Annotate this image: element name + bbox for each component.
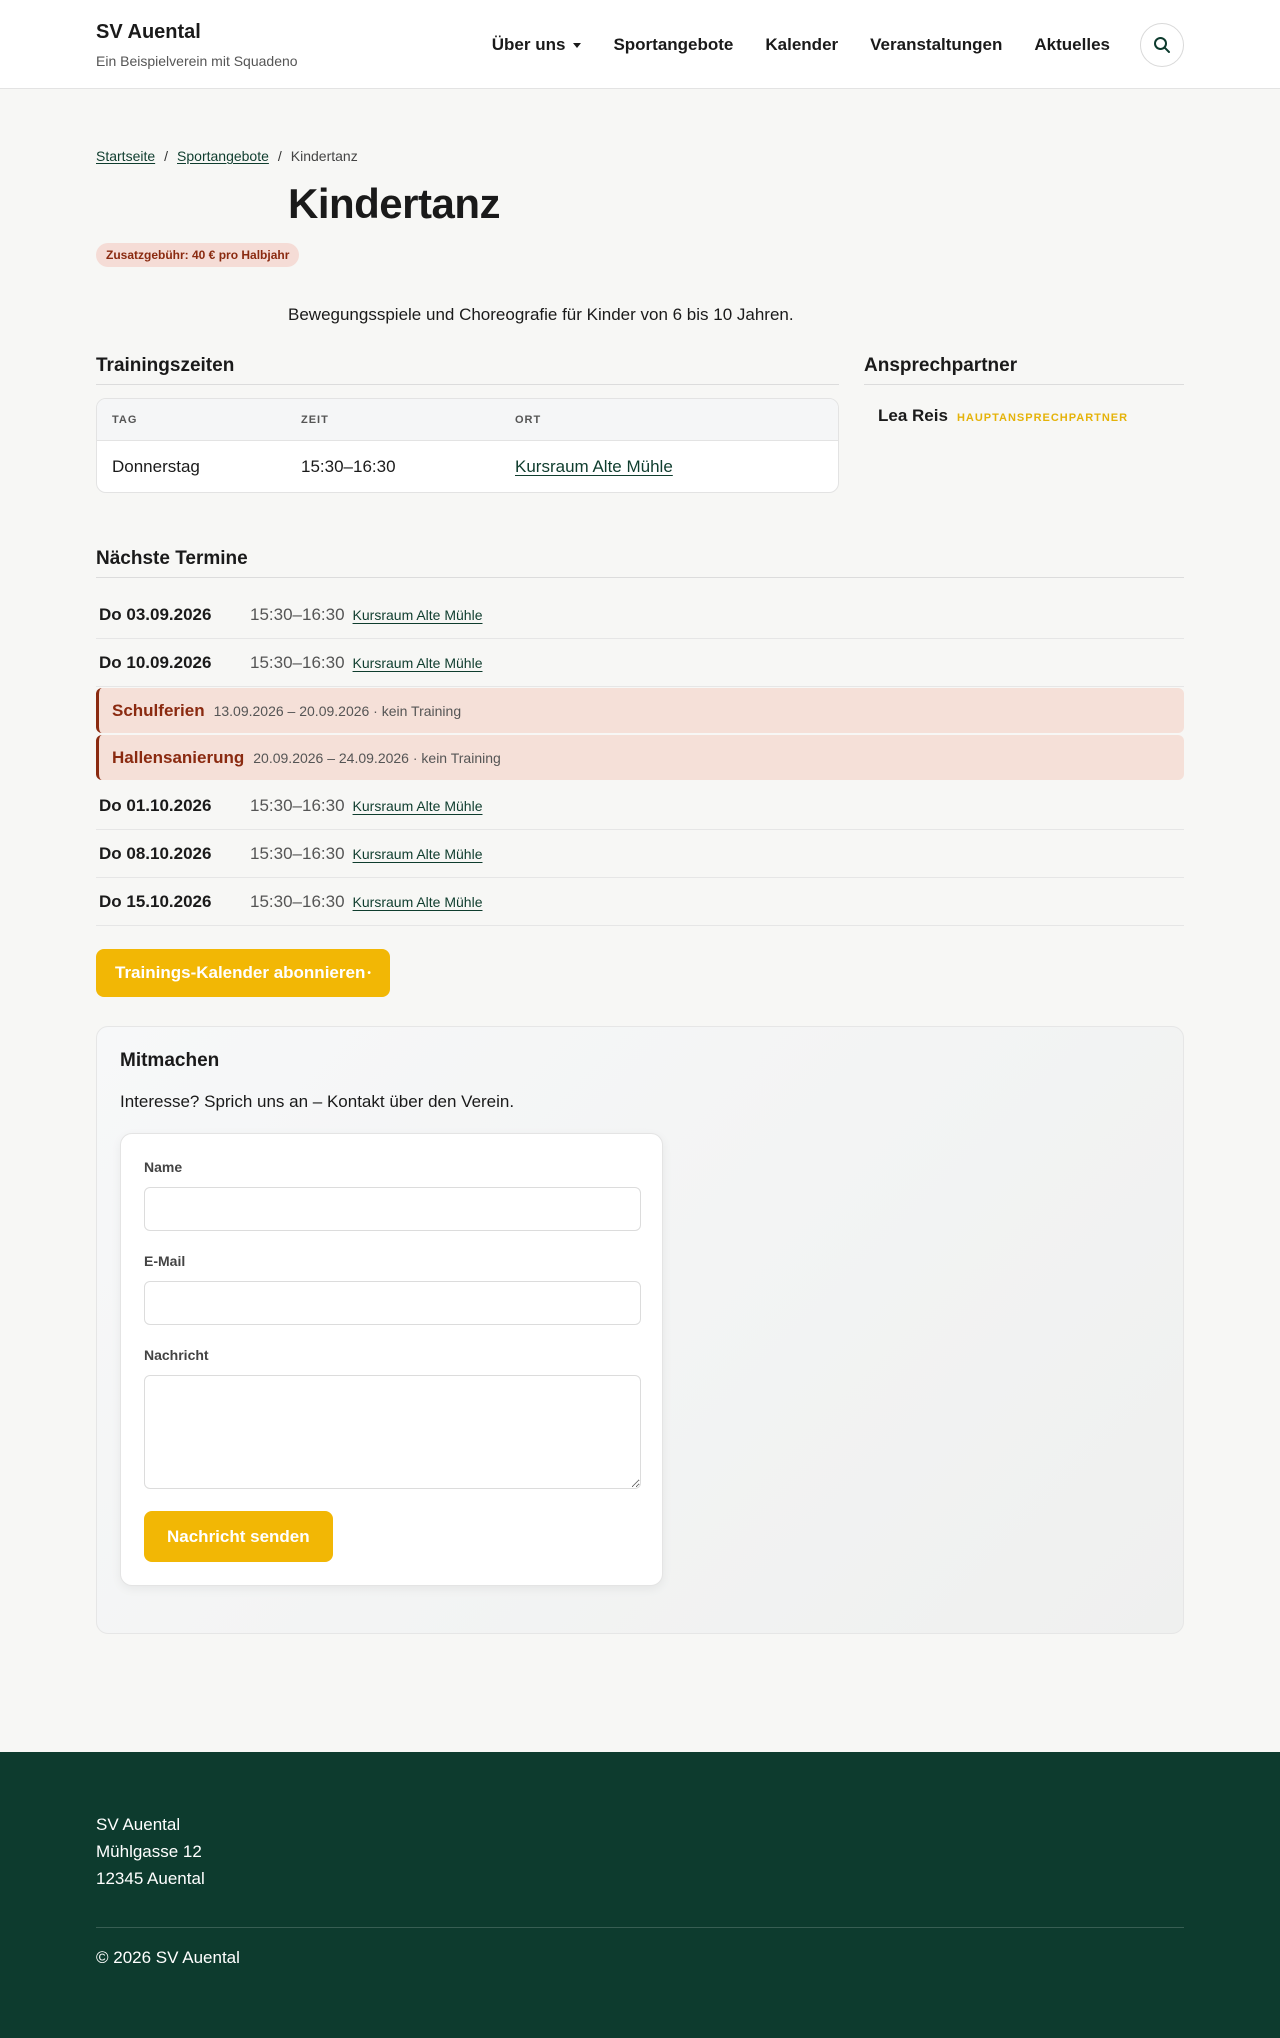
list-item: Do 10.09.2026 15:30–16:30 Kursraum Alte … [96, 639, 1184, 687]
break-title: Schulferien [112, 700, 205, 720]
date-place-link[interactable]: Kursraum Alte Mühle [353, 798, 483, 814]
nav-item-ueber-uns[interactable]: Über uns [492, 35, 582, 55]
site-footer: SV Auental Mühlgasse 12 12345 Auental © … [0, 1752, 1280, 2038]
break-info: 20.09.2026 – 24.09.2026 · kein Training [253, 749, 501, 766]
intro-text: Bewegungsspiele und Choreografie für Kin… [288, 305, 794, 324]
site-tagline: Ein Beispielverein mit Squadeno [96, 52, 298, 69]
brand[interactable]: SV Auental Ein Beispielverein mit Squade… [96, 21, 298, 69]
column-header-day: TAG [112, 413, 138, 426]
site-name[interactable]: SV Auental [96, 21, 298, 44]
breadcrumb-current: Kindertanz [290, 148, 358, 164]
email-field[interactable] [144, 1281, 641, 1325]
footer-address-line: 12345 Auental [96, 1869, 205, 1888]
list-item: Do 15.10.2026 15:30–16:30 Kursraum Alte … [96, 878, 1184, 926]
info-columns: Trainingszeiten TAG ZEIT ORT Donnerstag … [96, 355, 1184, 493]
breadcrumb-link-startseite[interactable]: Startseite [96, 148, 155, 164]
main-content: Startseite / Sportangebote / Kindertanz … [0, 89, 1280, 1752]
date-day: Do 15.10.2026 [99, 891, 212, 911]
contact-section: Ansprechpartner Lea Reis HAUPTANSPRECHPA… [864, 355, 1184, 493]
date-time: 15:30–16:30 [250, 795, 345, 815]
footer-address-line: Mühlgasse 12 [96, 1842, 202, 1861]
main-nav: Über uns Sportangebote Kalender Veransta… [492, 22, 1184, 67]
message-label: Nachricht [144, 1347, 209, 1363]
search-button[interactable] [1140, 22, 1184, 67]
send-message-button[interactable]: Nachricht senden [144, 1511, 333, 1562]
date-day: Do 10.09.2026 [99, 652, 212, 672]
join-text: Interesse? Sprich uns an – Kontakt über … [120, 1092, 515, 1111]
date-day: Do 01.10.2026 [99, 795, 212, 815]
contact-title: Ansprechpartner [864, 355, 1184, 385]
footer-address-line: SV Auental [96, 1815, 181, 1834]
email-label: E-Mail [144, 1253, 186, 1269]
training-times-section: Trainingszeiten TAG ZEIT ORT Donnerstag … [96, 355, 839, 493]
name-field[interactable] [144, 1187, 641, 1231]
date-time: 15:30–16:30 [250, 891, 345, 911]
date-time: 15:30–16:30 [250, 604, 345, 624]
contact-name: Lea Reis [878, 406, 948, 425]
search-icon [1154, 36, 1170, 53]
date-place-link[interactable]: Kursraum Alte Mühle [353, 607, 483, 623]
fee-badge: Zusatzgebühr: 40 € pro Halbjahr [96, 243, 300, 267]
breadcrumb: Startseite / Sportangebote / Kindertanz [96, 147, 1184, 165]
column-header-place: ORT [515, 413, 542, 426]
nav-item-veranstaltungen[interactable]: Veranstaltungen [870, 35, 1002, 55]
date-day: Do 08.10.2026 [99, 843, 212, 863]
site-header: SV Auental Ein Beispielverein mit Squade… [0, 0, 1280, 89]
page-title: Kindertanz [288, 180, 501, 227]
message-field[interactable] [144, 1375, 641, 1489]
date-place-link[interactable]: Kursraum Alte Mühle [353, 846, 483, 862]
dot-icon: • [367, 967, 371, 979]
list-item: Do 01.10.2026 15:30–16:30 Kursraum Alte … [96, 782, 1184, 830]
upcoming-dates-title: Nächste Termine [96, 548, 1184, 578]
footer-divider [96, 1927, 1184, 1928]
footer-address: SV Auental Mühlgasse 12 12345 Auental [96, 1811, 1184, 1892]
upcoming-dates-section: Nächste Termine Do 03.09.2026 15:30–16:3… [96, 548, 1184, 997]
table-row: Donnerstag 15:30–16:30 Kursraum Alte Müh… [97, 441, 838, 492]
date-time: 15:30–16:30 [250, 652, 345, 672]
subscribe-calendar-button[interactable]: Trainings-Kalender abonnieren • [96, 949, 390, 997]
subscribe-calendar-label: Trainings-Kalender abonnieren [115, 963, 366, 982]
join-section: Mitmachen Interesse? Sprich uns an – Kon… [96, 1026, 1184, 1634]
training-times-title: Trainingszeiten [96, 355, 839, 385]
breadcrumb-separator: / [277, 148, 282, 164]
nav-item-aktuelles[interactable]: Aktuelles [1034, 35, 1110, 55]
date-time: 15:30–16:30 [250, 843, 345, 863]
nav-item-kalender[interactable]: Kalender [765, 35, 838, 55]
contact-role-badge: HAUPTANSPRECHPARTNER [956, 412, 1129, 424]
break-notice-schulferien: Schulferien 13.09.2026 – 20.09.2026 · ke… [96, 688, 1184, 733]
date-place-link[interactable]: Kursraum Alte Mühle [353, 655, 483, 671]
list-item: Do 08.10.2026 15:30–16:30 Kursraum Alte … [96, 830, 1184, 878]
contact-form: Name E-Mail Nachricht Nachricht senden [120, 1133, 663, 1586]
chevron-down-icon [573, 43, 582, 48]
training-times-table: TAG ZEIT ORT Donnerstag 15:30–16:30 Kurs… [96, 398, 839, 493]
name-label: Name [144, 1159, 183, 1175]
list-item: Do 03.09.2026 15:30–16:30 Kursraum Alte … [96, 591, 1184, 639]
breadcrumb-link-sportangebote[interactable]: Sportangebote [177, 148, 269, 164]
break-notice-hallensanierung: Hallensanierung 20.09.2026 – 24.09.2026 … [96, 735, 1184, 780]
break-info: 13.09.2026 – 20.09.2026 · kein Training [213, 702, 462, 719]
training-day: Donnerstag [112, 456, 200, 476]
upcoming-dates-list: Do 03.09.2026 15:30–16:30 Kursraum Alte … [96, 591, 1184, 926]
training-place-link[interactable]: Kursraum Alte Mühle [515, 457, 673, 476]
date-day: Do 03.09.2026 [99, 604, 212, 624]
nav-item-sportangebote[interactable]: Sportangebote [613, 35, 733, 55]
nav-item-label: Über uns [491, 34, 566, 54]
table-header: TAG ZEIT ORT [97, 399, 838, 441]
column-header-time: ZEIT [301, 413, 329, 426]
training-time: 15:30–16:30 [301, 456, 396, 476]
contact-person: Lea Reis HAUPTANSPRECHPARTNER [878, 406, 1184, 426]
breadcrumb-separator: / [164, 148, 169, 164]
join-title: Mitmachen [120, 1050, 220, 1071]
date-place-link[interactable]: Kursraum Alte Mühle [353, 894, 483, 910]
break-title: Hallensanierung [112, 747, 245, 767]
footer-copyright: © 2026 SV Auental [96, 1948, 240, 1967]
